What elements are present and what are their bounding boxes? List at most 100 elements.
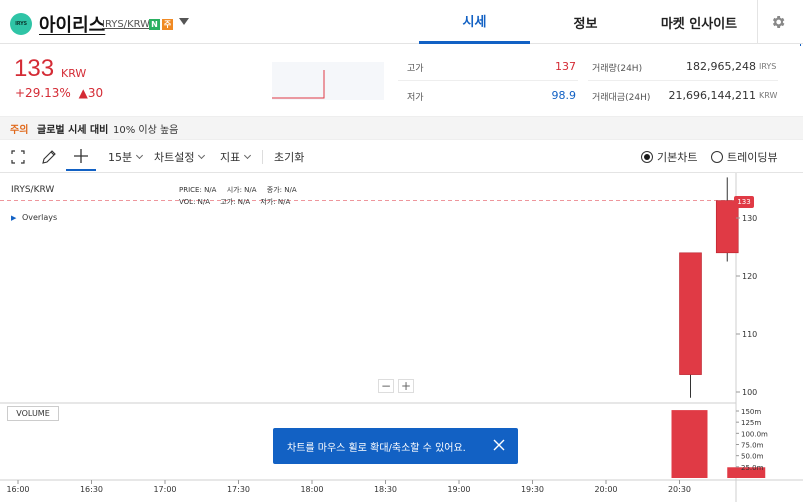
overlays-toggle[interactable]: ▶ Overlays (11, 213, 57, 222)
time-tick-label: 19:30 (521, 485, 544, 494)
volume-tick-label: 100.0m (741, 430, 768, 438)
ohlc-info-row-1: PRICE: N/A 시가: N/A 종가: N/A (179, 185, 297, 195)
candle-body (715, 200, 739, 254)
edge-accent (800, 44, 801, 46)
reset-button[interactable]: 초기화 (274, 143, 304, 171)
current-price: 133 (14, 55, 55, 82)
volume-tick-label: 25.0m (741, 464, 764, 472)
time-tick-label: 16:30 (80, 485, 103, 494)
basic-chart-label: 기본차트 (657, 151, 698, 164)
volume-24h-label: 거래량(24H) (592, 64, 643, 74)
chart-settings-dropdown[interactable]: 차트설정 (154, 143, 204, 171)
change-percent: +29.13% (15, 86, 71, 100)
mini-chart-svg (272, 70, 325, 99)
coin-logo: IRYS (10, 13, 32, 35)
basic-chart-radio[interactable]: 기본차트 (641, 143, 697, 171)
volume-tick-label: 150m (741, 408, 761, 416)
ohlc-label: 시가: (226, 186, 242, 194)
price-tick-label: 100 (742, 388, 757, 397)
price-tick-label: 110 (742, 330, 757, 339)
volume-24h-value: 182,965,248 (686, 60, 756, 73)
coin-name[interactable]: 아이리스 (39, 11, 105, 37)
volume-24h-unit: IRYS (759, 62, 777, 71)
coin-dropdown-icon[interactable] (179, 18, 189, 25)
price-tick-label: 120 (742, 272, 757, 281)
high-value: 137 (555, 60, 576, 73)
time-tick-label: 20:30 (668, 485, 691, 494)
ohlc-value: N/A (277, 198, 291, 206)
crosshair-icon-svg (74, 149, 88, 163)
tradingview-label: 트레이딩뷰 (727, 151, 778, 164)
time-tick-label: 20:00 (594, 485, 617, 494)
radio-selected-icon (641, 151, 653, 163)
divider (398, 80, 578, 81)
change-amount: ▲30 (78, 86, 104, 100)
volume-tick-label: 75.0m (741, 442, 764, 450)
gear-icon-svg (772, 16, 784, 28)
low-value: 98.9 (551, 89, 577, 102)
ohlc-info-row-2: VOL: N/A 고가: N/A 저가: N/A (179, 197, 290, 207)
ohlc-value: N/A (244, 186, 257, 194)
amount-24h-label: 거래대금(24H) (592, 93, 651, 103)
high-label: 고가 (407, 64, 424, 74)
new-badge: N (149, 19, 160, 30)
pencil-icon-svg (42, 150, 56, 164)
tradingview-radio[interactable]: 트레이딩뷰 (711, 143, 778, 171)
toast-message: 차트를 마우스 휠로 확대/축소할 수 있어요. (287, 442, 466, 454)
volume-tick-label: 50.0m (741, 453, 764, 461)
time-tick-label: 18:30 (374, 485, 397, 494)
ohlc-label: 저가: (260, 198, 276, 206)
candles-layer (679, 177, 739, 398)
crosshair-icon[interactable] (66, 143, 96, 171)
chart-pair-label: IRYS/KRW (11, 185, 55, 195)
indicators-dropdown[interactable]: 지표 (220, 143, 250, 171)
divider (588, 80, 778, 81)
mini-chart-line (272, 70, 325, 99)
low-label: 저가 (407, 93, 424, 103)
overlays-label: Overlays (21, 213, 58, 222)
mini-price-chart (272, 62, 384, 100)
zoom-out-button[interactable]: − (378, 379, 394, 393)
ohlc-value: N/A (237, 198, 251, 206)
radio-unselected-icon (711, 151, 723, 163)
pencil-icon[interactable] (41, 143, 59, 171)
tab-price[interactable]: 시세 (419, 0, 530, 44)
zoom-in-button[interactable]: + (398, 379, 414, 393)
caution-detail: 10% 이상 높음 (113, 125, 179, 136)
interval-dropdown[interactable]: 15분 (108, 143, 142, 171)
time-tick-label: 17:30 (227, 485, 250, 494)
fullscreen-icon[interactable] (11, 143, 29, 171)
volume-tick-label: 125m (741, 419, 761, 427)
current-price-tag: 133 (734, 196, 754, 208)
zoom-hint-toast: 차트를 마우스 휠로 확대/축소할 수 있어요. (273, 428, 518, 464)
time-tick-label: 19:00 (447, 485, 470, 494)
toolbar-divider (262, 150, 263, 164)
ohlc-value: N/A (284, 186, 297, 194)
fullscreen-icon-svg (11, 150, 25, 164)
price-unit: KRW (61, 67, 87, 80)
volume-bar (671, 410, 708, 478)
amount-24h-value: 21,696,144,211 (668, 89, 756, 102)
caution-tag: 주의 (10, 125, 29, 136)
tab-info[interactable]: 정보 (530, 0, 641, 44)
ohlc-label: 종가: (266, 186, 283, 194)
ohlc-value: N/A (197, 198, 211, 206)
price-change: +29.13% ▲30 (15, 86, 103, 100)
caution-badge: 주 (162, 19, 173, 30)
tab-market-insight[interactable]: 마켓 인사이트 (641, 0, 757, 44)
coin-pair[interactable]: IRYS/KRW (102, 19, 150, 30)
caution-title: 글로벌 시세 대비 (37, 125, 109, 136)
volume-label: VOLUME (7, 406, 59, 421)
amount-24h-unit: KRW (759, 91, 778, 100)
ohlc-label: 고가: (220, 198, 236, 206)
gear-icon[interactable] (757, 0, 797, 44)
ohlc-value: N/A (204, 186, 217, 194)
triangle-right-icon: ▶ (11, 214, 17, 222)
time-tick-label: 17:00 (153, 485, 176, 494)
price-tick-label: 130 (742, 214, 757, 223)
ohlc-label: VOL: (179, 198, 196, 206)
candle-body (679, 252, 702, 375)
close-icon[interactable] (492, 438, 506, 452)
time-tick-label: 16:00 (6, 485, 29, 494)
time-tick-label: 18:00 (300, 485, 323, 494)
